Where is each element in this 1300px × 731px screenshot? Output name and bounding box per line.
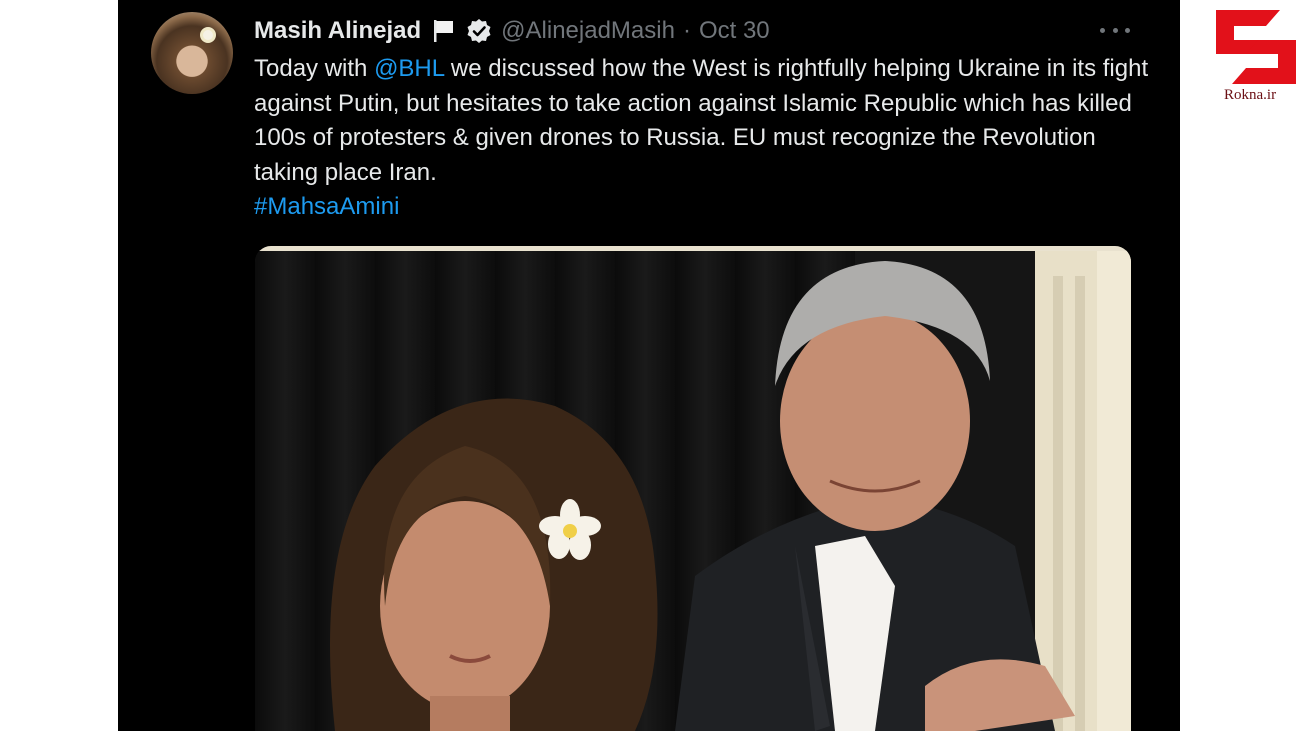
tweet-photo[interactable] — [255, 246, 1131, 731]
tweet-text: Today with @BHL we discussed how the Wes… — [254, 52, 1154, 225]
separator-dot: · — [682, 17, 691, 44]
tweet-header: Masih Alinejad @AlinejadMasih · Oct 30 — [254, 14, 770, 48]
photo-illustration — [255, 246, 1131, 731]
author-handle[interactable]: @AlinejadMasih — [501, 17, 675, 45]
verified-icon — [465, 17, 493, 45]
avatar[interactable] — [151, 12, 233, 94]
watermark-site: Rokna.ir — [1224, 87, 1277, 103]
avatar-flower — [203, 30, 213, 40]
more-options-icon[interactable] — [1100, 26, 1130, 34]
hashtag-link[interactable]: #MahsaAmini — [254, 193, 399, 220]
mention-link[interactable]: @BHL — [374, 55, 444, 82]
tweet-text-start: Today with — [254, 55, 375, 82]
flag-icon — [431, 18, 457, 44]
tweet-date[interactable]: Oct 30 — [699, 17, 770, 45]
author-name[interactable]: Masih Alinejad — [254, 17, 421, 45]
